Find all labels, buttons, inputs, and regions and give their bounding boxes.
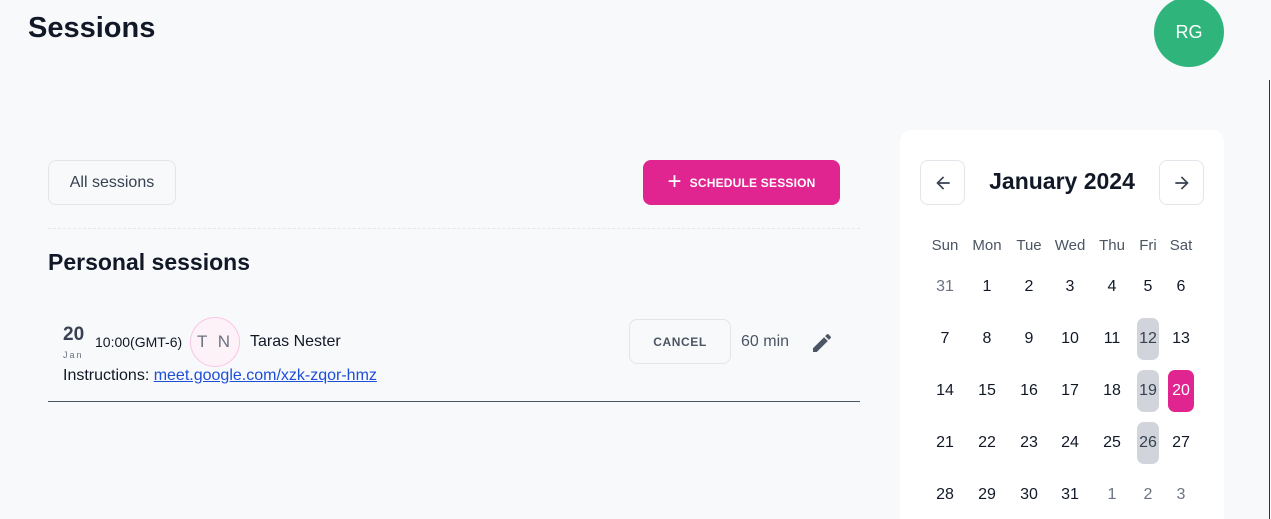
calendar-day[interactable]: 30	[1009, 475, 1049, 515]
divider	[1269, 80, 1270, 519]
calendar-day[interactable]: 31	[1050, 475, 1090, 515]
calendar-day[interactable]: 13	[1161, 319, 1201, 359]
instructions-label: Instructions:	[63, 367, 154, 384]
all-sessions-button[interactable]: All sessions	[48, 160, 176, 205]
calendar-day[interactable]: 7	[925, 319, 965, 359]
calendar-day[interactable]: 2	[1009, 267, 1049, 307]
weekday-label: Tue	[1016, 237, 1042, 254]
avatar[interactable]: RG	[1154, 0, 1224, 67]
client-avatar: T N	[190, 317, 240, 367]
session-instructions: Instructions: meet.google.com/xzk-zqor-h…	[63, 367, 377, 385]
calendar-day[interactable]: 21	[925, 423, 965, 463]
calendar-day[interactable]: 10	[1050, 319, 1090, 359]
calendar-day[interactable]: 8	[967, 319, 1007, 359]
client-name: Taras Nester	[250, 333, 341, 350]
weekday-label: Sun	[931, 237, 959, 254]
session-duration: 60 min	[741, 333, 790, 350]
weekday-label: Fri	[1139, 237, 1157, 254]
calendar-day[interactable]: 25	[1092, 423, 1132, 463]
page-title: Sessions	[28, 12, 156, 44]
weekday-label: Thu	[1099, 237, 1125, 254]
schedule-session-button[interactable]: + SCHEDULE SESSION	[643, 160, 840, 205]
calendar-day[interactable]: 14	[925, 371, 965, 411]
next-month-button[interactable]	[1159, 160, 1204, 205]
divider	[48, 228, 860, 229]
calendar-day[interactable]: 15	[967, 371, 1007, 411]
calendar-month-title: January 2024	[989, 168, 1135, 194]
session-date-day: 20	[63, 324, 85, 345]
section-title: Personal sessions	[48, 249, 250, 275]
calendar-day[interactable]: 16	[1009, 371, 1049, 411]
calendar-day[interactable]: 18	[1092, 371, 1132, 411]
calendar-day[interactable]: 28	[925, 475, 965, 515]
previous-month-button[interactable]	[920, 160, 965, 205]
arrow-right-icon	[1174, 175, 1189, 190]
schedule-session-label: SCHEDULE SESSION	[689, 175, 816, 190]
calendar-day[interactable]: 9	[1009, 319, 1049, 359]
calendar-day[interactable]: 23	[1009, 423, 1049, 463]
session-time: 10:00(GMT-6)	[95, 334, 183, 350]
calendar-day[interactable]: 1	[1092, 475, 1132, 515]
arrow-left-icon	[935, 175, 950, 190]
weekday-label: Sat	[1169, 237, 1193, 254]
calendar-day[interactable]: 4	[1092, 267, 1132, 307]
calendar-day[interactable]: 31	[925, 267, 965, 307]
cancel-session-button[interactable]: CANCEL	[629, 319, 731, 364]
calendar-day[interactable]: 6	[1161, 267, 1201, 307]
edit-icon[interactable]	[810, 331, 834, 355]
calendar-day[interactable]: 22	[967, 423, 1007, 463]
calendar-day[interactable]: 20	[1168, 370, 1194, 412]
calendar-day[interactable]: 29	[967, 475, 1007, 515]
plus-icon: +	[667, 167, 682, 195]
meeting-link[interactable]: meet.google.com/xzk-zqor-hmz	[154, 367, 377, 384]
calendar-day[interactable]: 3	[1050, 267, 1090, 307]
calendar-day[interactable]: 19	[1137, 370, 1159, 412]
session-row: 20 Jan 10:00(GMT-6) T N Taras Nester Ins…	[48, 310, 860, 402]
calendar-day[interactable]: 12	[1137, 318, 1159, 360]
calendar-day[interactable]: 1	[967, 267, 1007, 307]
calendar-day[interactable]: 27	[1161, 423, 1201, 463]
weekday-label: Mon	[972, 237, 1002, 254]
calendar-day[interactable]: 11	[1092, 319, 1132, 359]
session-date-month: Jan	[63, 350, 84, 360]
calendar-day[interactable]: 3	[1161, 475, 1201, 515]
calendar-day[interactable]: 24	[1050, 423, 1090, 463]
calendar: January 2024 Sun Mon Tue Wed Thu Fri Sat 31 1 2 3 4…	[900, 130, 1224, 519]
weekday-label: Wed	[1054, 237, 1086, 254]
calendar-day[interactable]: 17	[1050, 371, 1090, 411]
calendar-day[interactable]: 26	[1137, 422, 1159, 464]
